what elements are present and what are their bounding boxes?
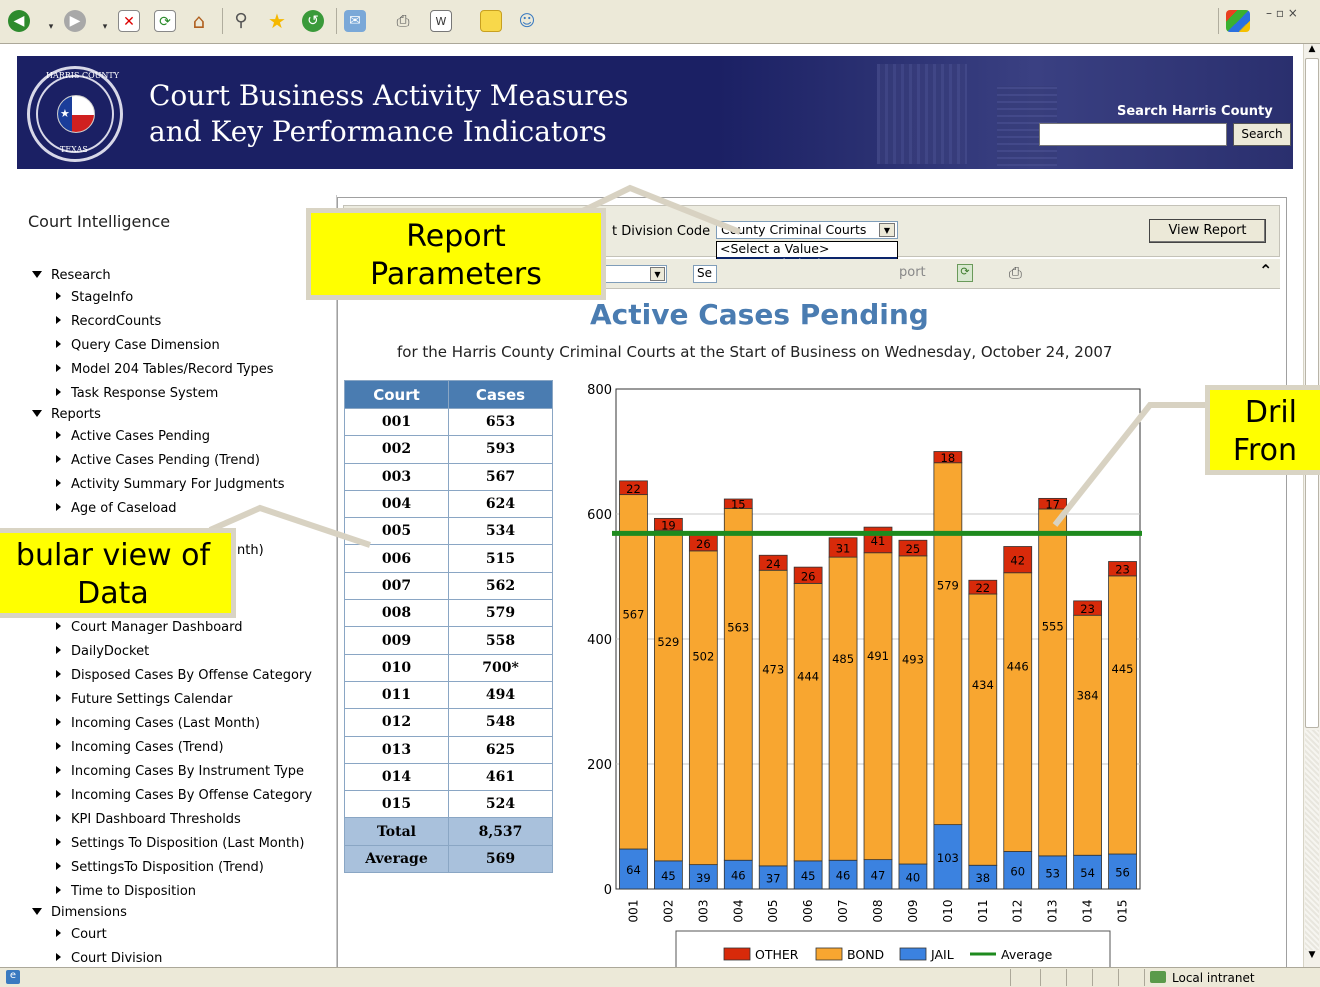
callout-drill-through: Dril Fron [1205,385,1320,475]
page-icon: e [6,970,20,984]
callout-drill-line1: Dril [1244,395,1297,430]
callout-report-parameters-line2: Parameters [370,257,542,292]
callout-tabular-view-line1: bular view of [15,538,211,573]
intranet-zone-icon [1150,971,1166,983]
callout-tabular-view-line2: Data [77,576,149,611]
sidebar-item-partial[interactable]: nth) [237,543,264,558]
callout-connector-drill [1052,402,1218,527]
callout-report-parameters: Report Parameters [306,208,606,300]
security-zone-label: Local intranet [1172,971,1255,985]
status-bar: e Local intranet [0,967,1320,987]
callout-connectors [208,184,1218,548]
callout-drill-line2: Fron [1232,433,1297,468]
callout-report-parameters-line1: Report [406,219,506,254]
callout-tabular-view: bular view of Data [0,528,236,618]
